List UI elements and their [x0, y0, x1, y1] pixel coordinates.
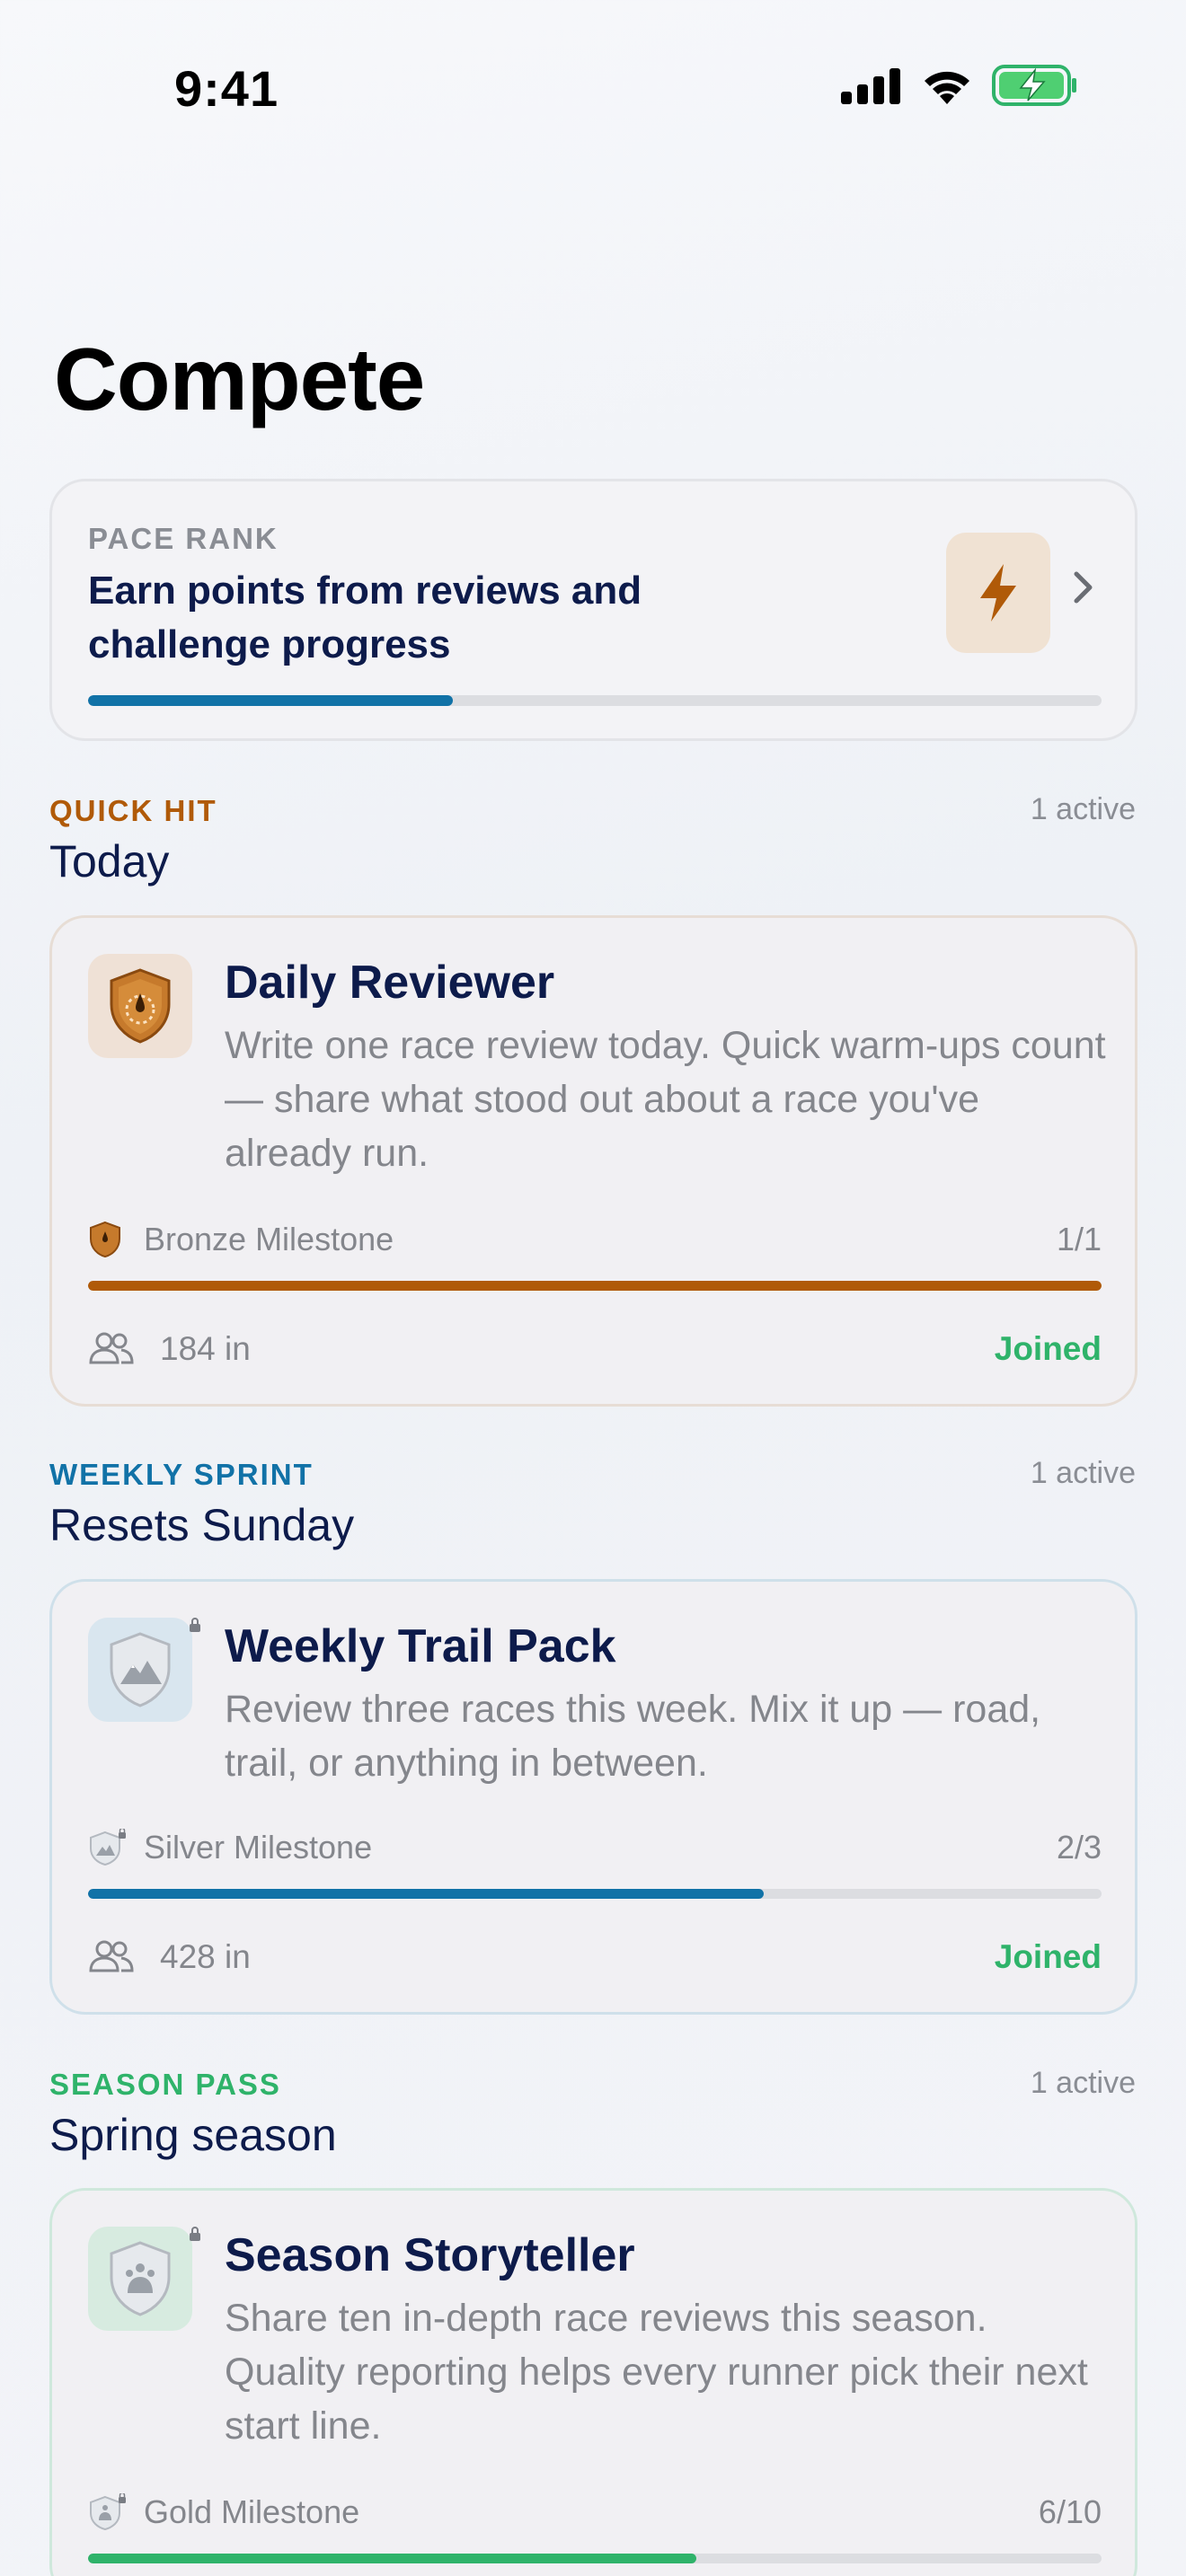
bronze-milestone-icon [90, 1221, 120, 1258]
page-title: Compete [54, 330, 425, 428]
card-progress-bar [88, 1281, 1102, 1291]
card-title: Weekly Trail Pack [225, 1620, 616, 1672]
rank-label: PACE RANK [88, 522, 279, 555]
pace-rank-card[interactable]: PACE RANK Earn points from reviews and c… [49, 479, 1137, 741]
status-time: 9:41 [174, 60, 279, 117]
wifi-icon [925, 71, 969, 104]
challenge-card-weekly-trail-pack[interactable]: Weekly Trail Pack Review three races thi… [49, 1579, 1137, 2015]
participants-count: 428 in [160, 1938, 251, 1975]
card-progress-fill [88, 2554, 696, 2563]
section-title-spring-season: Spring season [49, 2110, 337, 2160]
card-progress-bar [88, 2554, 1102, 2563]
milestone-label: Gold Milestone [144, 2493, 360, 2530]
battery-charging-icon [992, 65, 1076, 106]
gold-milestone-icon [90, 2493, 126, 2531]
status-bar: 9:41 [0, 0, 1186, 171]
card-title: Season Storyteller [225, 2229, 635, 2281]
joined-status[interactable]: Joined [995, 1330, 1102, 1368]
silver-shield-icon [110, 1632, 171, 1707]
silver-milestone-icon [90, 1829, 126, 1866]
card-description: Write one race review today. Quick warm-… [225, 1024, 1106, 1175]
milestone-row: Gold Milestone 6/10 [88, 2490, 1102, 2535]
participants-row: 428 in Joined [88, 1935, 1102, 1980]
card-description: Share ten in-depth race reviews this sea… [225, 2297, 1088, 2448]
milestone-label: Bronze Milestone [144, 1221, 394, 1257]
card-progress-bar [88, 1889, 1102, 1899]
milestone-progress-count: 6/10 [1038, 2493, 1102, 2530]
chevron-right-icon[interactable] [1072, 569, 1095, 605]
section-title-today: Today [49, 836, 170, 887]
challenge-card-season-storyteller[interactable]: Season Storyteller Share ten in-depth ra… [49, 2188, 1137, 2576]
people-icon [89, 1940, 134, 1972]
card-progress-fill [88, 1281, 1102, 1291]
participants-count: 184 in [160, 1330, 251, 1367]
milestone-label: Silver Milestone [144, 1829, 373, 1866]
lock-icon [190, 2227, 200, 2241]
milestone-row: Silver Milestone 2/3 [88, 1825, 1102, 1870]
badge-tile [88, 954, 192, 1058]
section-kicker-quick-hit: QUICK HIT [49, 794, 217, 827]
rank-badge [946, 533, 1050, 653]
rank-progress-fill [88, 695, 454, 706]
milestone-progress-count: 2/3 [1056, 1829, 1102, 1866]
section-count: 1 active [1030, 792, 1136, 826]
section-count: 1 active [1030, 1456, 1136, 1490]
cellular-signal-icon [841, 68, 900, 104]
card-title: Daily Reviewer [225, 957, 555, 1009]
participants-row: 184 in Joined [88, 1327, 1102, 1372]
card-description: Review three races this week. Mix it up … [225, 1688, 1041, 1785]
rank-progress-bar [88, 695, 1102, 706]
badge-tile [88, 2227, 192, 2331]
lightning-icon [980, 564, 1016, 622]
section-count: 1 active [1030, 2066, 1136, 2100]
milestone-row: Bronze Milestone 1/1 [88, 1217, 1102, 1262]
rank-description: Earn points from reviews and challenge p… [88, 569, 642, 666]
challenge-card-daily-reviewer[interactable]: Daily Reviewer Write one race review tod… [49, 915, 1137, 1407]
people-icon [89, 1332, 134, 1364]
section-kicker-season-pass: SEASON PASS [49, 2068, 281, 2101]
badge-tile [88, 1618, 192, 1722]
bronze-shield-icon [110, 968, 171, 1044]
joined-status[interactable]: Joined [995, 1938, 1102, 1976]
milestone-progress-count: 1/1 [1056, 1221, 1102, 1257]
lock-icon [190, 1618, 200, 1632]
gold-shield-icon [110, 2241, 171, 2316]
section-title-resets-sunday: Resets Sunday [49, 1500, 355, 1550]
card-progress-fill [88, 1889, 765, 1899]
section-kicker-weekly-sprint: WEEKLY SPRINT [49, 1458, 314, 1491]
